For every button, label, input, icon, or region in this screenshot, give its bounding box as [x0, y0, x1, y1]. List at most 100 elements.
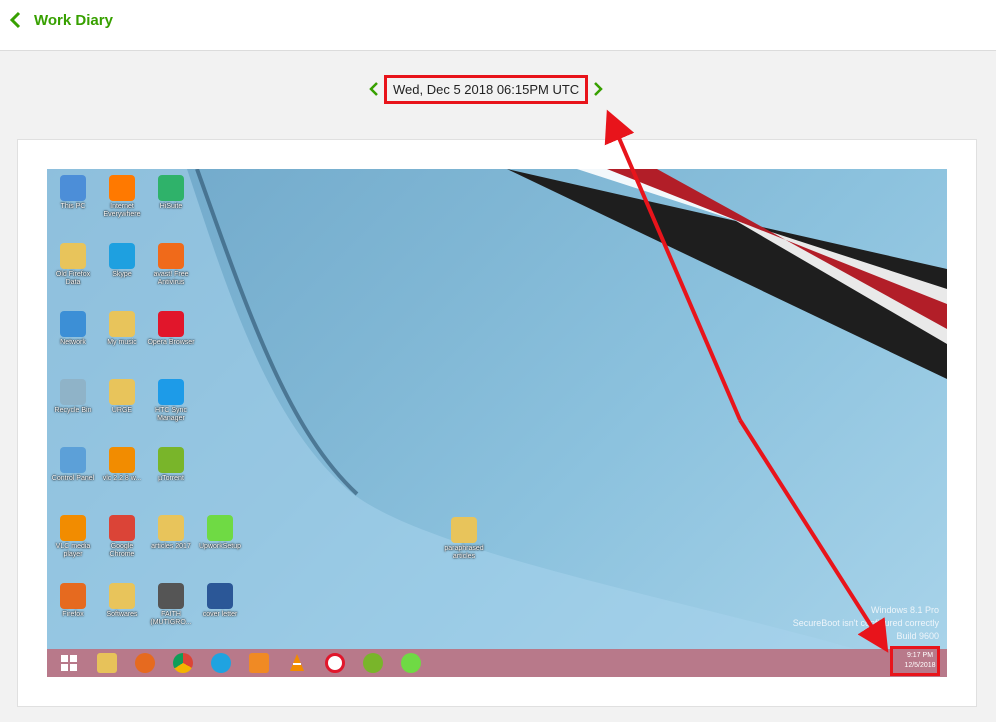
- desktop-icon-label: VLC media player: [55, 543, 91, 558]
- utorrent-icon: [363, 653, 383, 673]
- desktop-icon-label: This PC: [60, 203, 86, 210]
- desktop-icon-label: Google Chrome: [109, 543, 135, 558]
- opera-icon: [158, 311, 184, 337]
- desktop-icon-label: Control Panel: [51, 475, 95, 482]
- computer-icon: [60, 175, 86, 201]
- desktop-icon[interactable]: URGE: [98, 379, 146, 415]
- taskbar-firefox[interactable]: [129, 651, 161, 675]
- control-panel-icon: [60, 447, 86, 473]
- desktop-icon[interactable]: vlc 2.2.8 w...: [98, 447, 146, 483]
- vlc-icon: [290, 654, 304, 671]
- desktop-icon-label: Recycle Bin: [54, 407, 92, 414]
- desktop-icon-label: HTC Sync Manager: [155, 407, 187, 422]
- orange-icon: [109, 175, 135, 201]
- utorrent-icon: [158, 447, 184, 473]
- chevron-left-icon: [9, 11, 21, 29]
- avast-icon: [158, 243, 184, 269]
- desktop-screenshot[interactable]: This PC Internet Everywhere HiSuite Old Fir…: [47, 169, 947, 677]
- desktop-icon[interactable]: cover letter: [196, 583, 244, 619]
- desktop-icon-label: Old Firefox Data: [55, 271, 91, 286]
- taskbar-chrome[interactable]: [167, 651, 199, 675]
- taskbar-opera[interactable]: [319, 651, 351, 675]
- windows-logo-icon: [61, 655, 77, 671]
- desktop-icon-label: My music: [107, 339, 137, 346]
- windows-watermark: Windows 8.1 Pro SecureBoot isn't configu…: [793, 604, 939, 643]
- desktop-icon[interactable]: articles 2017: [147, 515, 195, 551]
- taskbar-ie[interactable]: [205, 651, 237, 675]
- desktop-icon[interactable]: VLC media player: [49, 515, 97, 559]
- desktop-icon-label: paraphrased articles: [444, 545, 484, 560]
- folder-icon: [109, 379, 135, 405]
- taskbar-upwork[interactable]: [395, 651, 427, 675]
- watermark-line: SecureBoot isn't configured correctly: [792, 618, 939, 628]
- desktop-icon[interactable]: Network: [49, 311, 97, 347]
- skype-icon: [109, 243, 135, 269]
- desktop-icon-label: UpworkSetup: [198, 543, 242, 550]
- desktop-icon[interactable]: µTorrent: [147, 447, 195, 483]
- desktop-icon-label: HiSuite: [159, 203, 183, 210]
- prev-chevron-icon[interactable]: [368, 81, 380, 97]
- start-button[interactable]: [53, 651, 85, 675]
- folder-icon: [109, 311, 135, 337]
- taskbar: 9:17 PM 12/5/2018: [47, 649, 947, 677]
- watermark-line: Windows 8.1 Pro: [870, 605, 939, 615]
- date-label: Wed, Dec 5 2018 06:15PM UTC: [384, 74, 589, 104]
- vlc-icon: [109, 447, 135, 473]
- desktop-icon[interactable]: Opera Browser: [147, 311, 195, 347]
- back-link[interactable]: Work Diary: [8, 8, 113, 32]
- desktop-icon-label: avast! Free Antivirus: [153, 271, 189, 286]
- desktop-icon[interactable]: Skype: [98, 243, 146, 279]
- network-icon: [60, 311, 86, 337]
- desktop-icon[interactable]: HiSuite: [147, 175, 195, 211]
- desktop-icon-label: URGE: [111, 407, 133, 414]
- desktop-icon-label: Softwares: [106, 611, 138, 618]
- desktop-icon-label: articles 2017: [151, 543, 191, 550]
- desktop-icon[interactable]: paraphrased articles: [440, 517, 488, 561]
- word-doc-icon: [207, 583, 233, 609]
- desktop-icon-label: vlc 2.2.8 w...: [102, 475, 142, 482]
- desktop-icon[interactable]: Internet Everywhere: [98, 175, 146, 219]
- hisuite-icon: [158, 175, 184, 201]
- tray-highlight-box: [890, 646, 940, 676]
- desktop-icon-label: Internet Everywhere: [103, 203, 141, 218]
- folder-icon: [451, 517, 477, 543]
- folder-icon: [158, 515, 184, 541]
- video-file-icon: [158, 583, 184, 609]
- desktop-icon[interactable]: FAITH (MUTIGRO...: [147, 583, 195, 627]
- desktop-icon[interactable]: Recycle Bin: [49, 379, 97, 415]
- next-chevron-icon[interactable]: [592, 81, 604, 97]
- desktop-icon[interactable]: UpworkSetup: [196, 515, 244, 551]
- desktop-icon[interactable]: My music: [98, 311, 146, 347]
- desktop-icon[interactable]: Softwares: [98, 583, 146, 619]
- desktop-icon-label: Opera Browser: [147, 339, 195, 346]
- desktop-icon-label: Firefox: [62, 611, 84, 618]
- desktop-icon-label: Network: [60, 339, 86, 346]
- firefox-icon: [60, 583, 86, 609]
- desktop-icon[interactable]: Firefox: [49, 583, 97, 619]
- desktop-icon[interactable]: avast! Free Antivirus: [147, 243, 195, 287]
- firefox-icon: [135, 653, 155, 673]
- taskbar-vlc[interactable]: [281, 651, 313, 675]
- desktop-icon-label: Skype: [112, 271, 132, 278]
- vlc-icon: [60, 515, 86, 541]
- desktop-icon[interactable]: HTC Sync Manager: [147, 379, 195, 423]
- watermark-line: Build 9600: [896, 631, 939, 641]
- top-bar: Work Diary: [0, 0, 996, 51]
- desktop-icon[interactable]: Old Firefox Data: [49, 243, 97, 287]
- media-player-icon: [249, 653, 269, 673]
- folder-icon: [97, 653, 117, 673]
- desktop-icon[interactable]: Google Chrome: [98, 515, 146, 559]
- folder-icon: [60, 243, 86, 269]
- internet-explorer-icon: [211, 653, 231, 673]
- desktop-icon[interactable]: This PC: [49, 175, 97, 211]
- taskbar-explorer[interactable]: [91, 651, 123, 675]
- taskbar-utorrent[interactable]: [357, 651, 389, 675]
- chrome-icon: [109, 515, 135, 541]
- upwork-icon: [401, 653, 421, 673]
- opera-icon: [325, 653, 345, 673]
- desktop-icon-label: cover letter: [202, 611, 238, 618]
- taskbar-media[interactable]: [243, 651, 275, 675]
- desktop-icon[interactable]: Control Panel: [49, 447, 97, 483]
- htc-icon: [158, 379, 184, 405]
- recycle-bin-icon: [60, 379, 86, 405]
